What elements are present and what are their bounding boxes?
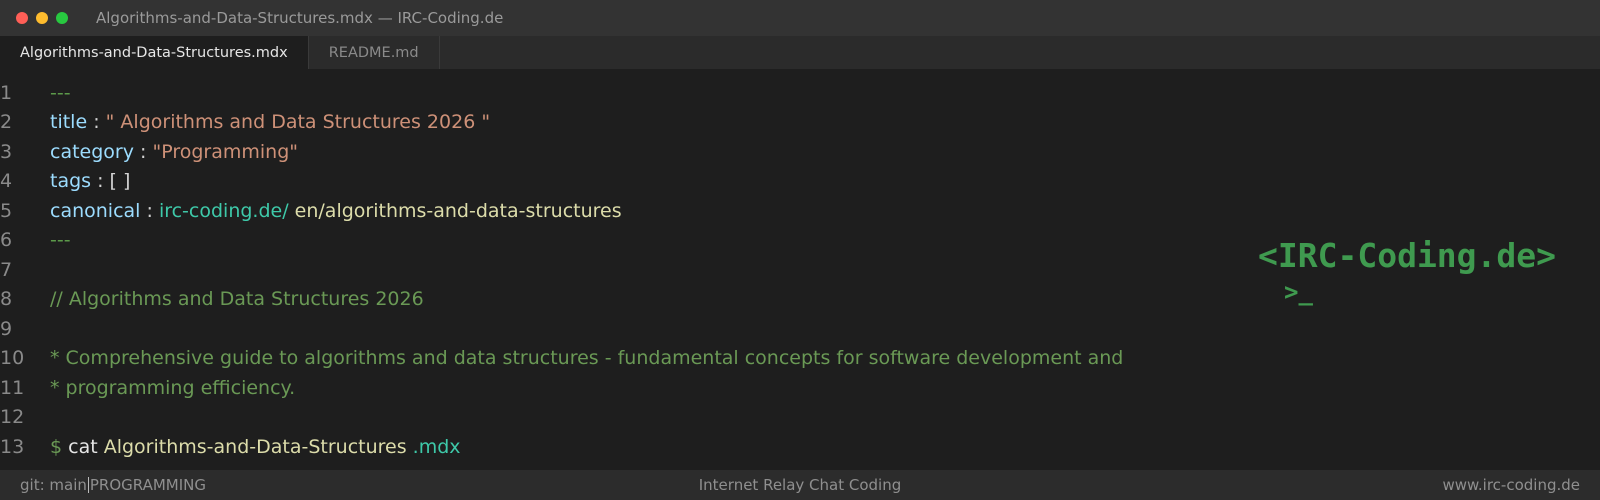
code-line: 13 $ cat Algorithms-and-Data-Structures … — [0, 432, 1200, 462]
shell-filename: Algorithms-and-Data-Structures — [103, 436, 407, 458]
window-controls — [16, 12, 68, 24]
status-bar: git: main PROGRAMMING Internet Relay Chat… — [0, 470, 1600, 500]
line-number: 1 — [0, 82, 13, 104]
line-number: 12 — [0, 406, 25, 428]
close-window-button[interactable] — [16, 12, 28, 24]
tab-algorithms-and-data-structures[interactable]: Algorithms-and-Data-Structures.mdx — [0, 36, 309, 69]
code-line: 1 --- — [0, 78, 1200, 108]
comment: // Algorithms and Data Structures 2026 — [50, 288, 424, 310]
frontmatter-key: tags — [50, 170, 92, 192]
line-number: 2 — [0, 111, 13, 133]
shell-command: cat — [62, 436, 104, 458]
website-link[interactable]: www.irc-coding.de — [1442, 476, 1580, 494]
frontmatter-key: category — [50, 141, 134, 163]
terminal-prompt-icon: >_ — [1284, 278, 1313, 306]
frontmatter-key: title — [50, 111, 88, 133]
window-title: Algorithms-and-Data-Structures.mdx — IRC… — [96, 9, 504, 27]
code-line: 10 * Comprehensive guide to algorithms a… — [0, 343, 1200, 373]
code-line: 2 title : " Algorithms and Data Structur… — [0, 107, 1200, 137]
minimize-window-button[interactable] — [36, 12, 48, 24]
line-number: 4 — [0, 170, 13, 192]
comment: * Comprehensive guide to algorithms and … — [50, 347, 1124, 369]
code-line: 6 --- — [0, 225, 1200, 255]
frontmatter-delimiter: --- — [50, 82, 71, 104]
line-number: 13 — [0, 436, 25, 458]
line-number: 5 — [0, 200, 13, 222]
shell-prompt: $ — [50, 436, 63, 458]
frontmatter-value: "Programming" — [152, 141, 299, 163]
frontmatter-key: canonical — [50, 200, 141, 222]
code-line: 4 tags : [ ] — [0, 166, 1200, 196]
frontmatter-value: [ ] — [109, 170, 131, 192]
code-line: 8 // Algorithms and Data Structures 2026 — [0, 284, 1200, 314]
canonical-domain: irc-coding.de/ — [158, 200, 289, 222]
line-number: 6 — [0, 229, 13, 251]
tab-bar: Algorithms-and-Data-Structures.mdx READM… — [0, 36, 1600, 69]
frontmatter-value: " Algorithms and Data Structures 2026 " — [105, 111, 491, 133]
canonical-path: en/algorithms-and-data-structures — [288, 200, 622, 222]
line-number: 3 — [0, 141, 13, 163]
code-line: 11 * programming efficiency. — [0, 373, 1200, 403]
line-number: 8 — [0, 288, 13, 310]
shell-file-extension: .mdx — [406, 436, 461, 458]
code-line: 3 category : "Programming" — [0, 137, 1200, 167]
frontmatter-delimiter: --- — [50, 229, 71, 251]
line-number: 7 — [0, 259, 13, 281]
code-line: 7 — [0, 255, 1200, 285]
maximize-window-button[interactable] — [56, 12, 68, 24]
colon: : — [133, 141, 153, 163]
line-number: 11 — [0, 377, 25, 399]
status-center-text: Internet Relay Chat Coding — [698, 476, 902, 494]
comment: * programming efficiency. — [50, 377, 296, 399]
code-line: 12 — [0, 402, 1200, 432]
colon: : — [140, 200, 159, 222]
line-number: 10 — [0, 347, 25, 369]
line-number: 9 — [0, 318, 13, 340]
tab-label: README.md — [328, 44, 419, 61]
colon: : — [87, 111, 106, 133]
title-bar: Algorithms-and-Data-Structures.mdx — IRC… — [0, 0, 1600, 36]
code-line: 5 canonical : irc-coding.de/ en/algorith… — [0, 196, 1200, 226]
tab-label: Algorithms-and-Data-Structures.mdx — [20, 44, 288, 61]
code-line: 9 — [0, 314, 1200, 344]
colon: : — [91, 170, 110, 192]
irc-coding-logo: <IRC-Coding.de> — [1258, 236, 1557, 275]
tab-readme[interactable]: README.md — [309, 36, 440, 69]
